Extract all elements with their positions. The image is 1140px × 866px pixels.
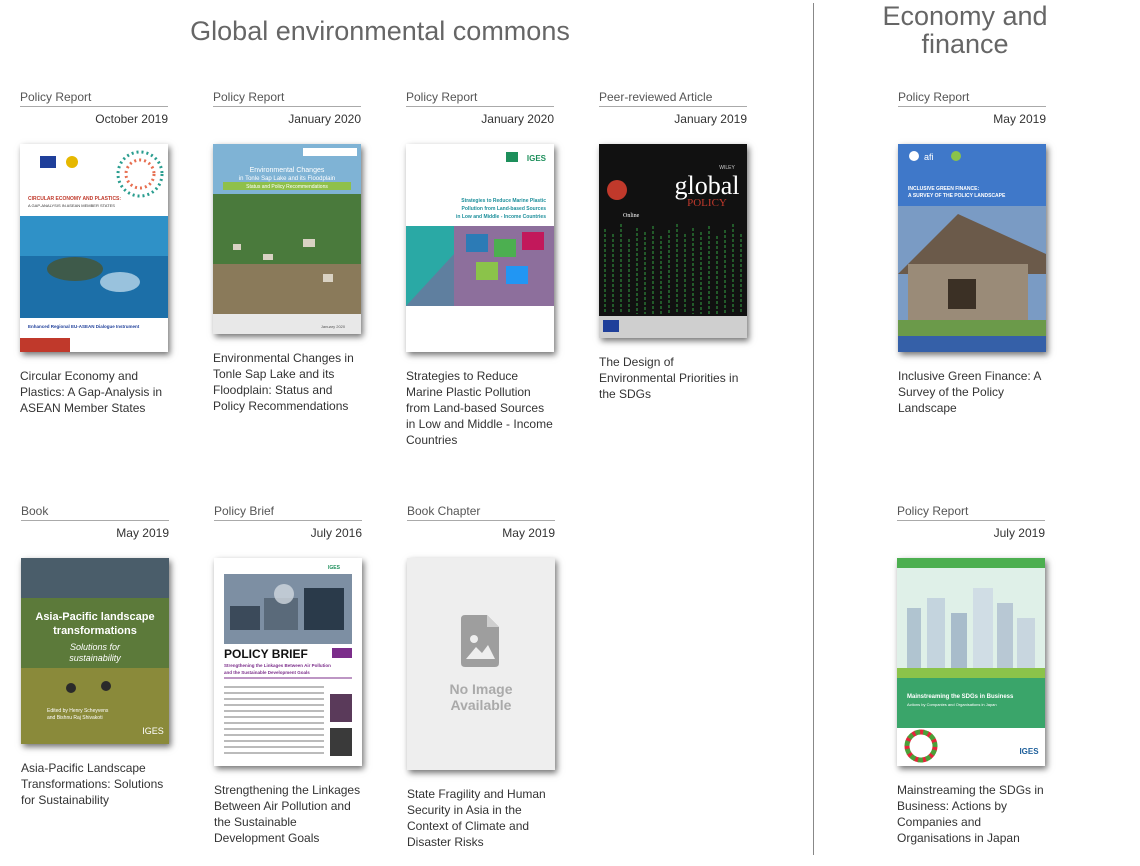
no-image-label-line-2: Available	[450, 697, 512, 713]
publication-title[interactable]: Environmental Changes in Tonle Sap Lake …	[213, 350, 363, 414]
publication-title[interactable]: Strengthening the Linkages Between Air P…	[214, 782, 364, 846]
cover-title: Mainstreaming the SDGs in Business	[907, 694, 1014, 700]
section-title-economy-and-finance: Economy and finance	[882, 1, 1048, 59]
cover-title-line-1: Environmental Changes	[250, 167, 325, 174]
cover-title-line-1: CIRCULAR ECONOMY AND PLASTICS:	[28, 196, 121, 202]
no-image-placeholder[interactable]: No Image Available	[407, 558, 555, 770]
publication-title[interactable]: Asia-Pacific Landscape Transformations: …	[21, 760, 171, 808]
publication-card: Policy Report January 2020 Environmental…	[213, 90, 361, 413]
publication-type: Book	[21, 504, 169, 521]
publication-date: May 2019	[116, 526, 169, 540]
publication-cover[interactable]: IGES Strategies to Reduce Marine Plastic…	[406, 144, 554, 352]
cover-title-line-1: INCLUSIVE GREEN FINANCE:	[908, 186, 979, 192]
cover-title-line-2: A GAP-ANALYSIS IN ASEAN MEMBER STATES	[28, 203, 115, 208]
cover-online-label: Online	[623, 213, 640, 219]
publication-type: Policy Report	[213, 90, 361, 107]
cover-editors-line-1: Edited by Henry Scheyvens	[47, 708, 109, 714]
cover-title-line-3: in Low and Middle - Income Countries	[456, 214, 546, 220]
cover-editors-line-2: and Bishnu Raj Shivakoti	[47, 715, 103, 721]
publication-cover[interactable]: Environmental Changes in Tonle Sap Lake …	[213, 144, 361, 334]
cover-title-line-2: A SURVEY OF THE POLICY LANDSCAPE	[908, 193, 1006, 199]
publication-title[interactable]: Strategies to Reduce Marine Plastic Poll…	[406, 368, 556, 448]
cover-logo: IGES	[328, 565, 341, 571]
publication-date: May 2019	[993, 112, 1046, 126]
cover-title-line-2: and the Sustainable Development Goals	[224, 670, 310, 675]
cover-publisher: WILEY	[719, 165, 735, 171]
publication-date: October 2019	[95, 112, 168, 126]
publication-type: Policy Brief	[214, 504, 362, 521]
publication-card: Policy Report January 2020 IGES Strategi…	[406, 90, 554, 447]
cover-logo: IGES	[142, 726, 164, 736]
publication-type: Book Chapter	[407, 504, 555, 521]
publication-card: Policy Report October 2019 CIRCULAR ECON…	[20, 90, 168, 415]
publication-card: Peer-reviewed Article January 2019 Onlin…	[599, 90, 747, 401]
cover-logo: afi	[924, 152, 934, 162]
cover-heading: POLICY BRIEF	[224, 647, 308, 661]
publication-type: Policy Report	[406, 90, 554, 107]
cover-journal-name: global	[675, 171, 740, 200]
publication-date: May 2019	[502, 526, 555, 540]
publication-cover[interactable]: CIRCULAR ECONOMY AND PLASTICS: A GAP-ANA…	[20, 144, 168, 352]
cover-subtitle-line-1: Solutions for	[70, 642, 121, 652]
no-image-label-line-1: No Image	[449, 681, 513, 697]
publication-card: Policy Report July 2019 Mainstreaming th…	[897, 504, 1045, 845]
publication-title[interactable]: The Design of Environmental Priorities i…	[599, 354, 749, 402]
publication-date: January 2020	[288, 112, 361, 126]
publication-type: Policy Report	[20, 90, 168, 107]
publication-card: Book May 2019 Asia-Pacific landscape tra…	[21, 504, 169, 807]
publication-title[interactable]: Inclusive Green Finance: A Survey of the…	[898, 368, 1048, 416]
cover-logo: IGES	[1019, 747, 1039, 756]
cover-journal-policy: POLICY	[687, 197, 727, 209]
publication-cover[interactable]: Mainstreaming the SDGs in Business Actio…	[897, 558, 1045, 766]
publication-card: Policy Report May 2019 afi INCLUSIVE GRE…	[898, 90, 1046, 415]
publication-date: July 2019	[993, 526, 1045, 540]
image-placeholder-icon	[461, 615, 499, 667]
publication-cover[interactable]: Asia-Pacific landscape transformations S…	[21, 558, 169, 744]
cover-subtitle: Actions by Companies and Organisations i…	[907, 702, 997, 707]
publication-title[interactable]: Mainstreaming the SDGs in Business: Acti…	[897, 782, 1047, 846]
cover-date: January 2020	[321, 324, 346, 329]
no-image-label: No Image Available	[449, 681, 512, 713]
cover-title-line-2: in Tonle Sap Lake and its Floodplain	[239, 176, 335, 182]
publication-title[interactable]: Circular Economy and Plastics: A Gap-Ana…	[20, 368, 170, 416]
cover-title-line-1: Asia-Pacific landscape	[35, 611, 154, 623]
publication-card: Book Chapter May 2019 No Image Available…	[407, 504, 555, 849]
cover-title-line-1: Strengthening the Linkages Between Air P…	[224, 663, 331, 668]
section-title-global-environmental-commons: Global environmental commons	[190, 16, 570, 46]
cover-subtitle-line-2: sustainability	[69, 653, 121, 663]
publication-date: July 2016	[310, 526, 362, 540]
publication-cover[interactable]: IGES POLICY BRIEF Strengthening the Link…	[214, 558, 362, 766]
cover-footer: Enhanced Regional EU-ASEAN Dialogue Inst…	[28, 324, 140, 329]
cover-title-line-2: transformations	[53, 625, 137, 637]
publication-type: Policy Report	[898, 90, 1046, 107]
publication-title[interactable]: State Fragility and Human Security in As…	[407, 786, 557, 850]
publication-card: Policy Brief July 2016 IGES POLICY BRIEF…	[214, 504, 362, 845]
publication-cover[interactable]: afi INCLUSIVE GREEN FINANCE: A SURVEY OF…	[898, 144, 1046, 352]
cover-logo: IGES	[527, 154, 547, 163]
publication-type: Peer-reviewed Article	[599, 90, 747, 107]
section-divider	[813, 3, 814, 855]
publication-date: January 2020	[481, 112, 554, 126]
cover-title-line-1: Strategies to Reduce Marine Plastic	[461, 198, 546, 204]
cover-subtitle: Status and Policy Recommendations	[246, 184, 328, 190]
publication-type: Policy Report	[897, 504, 1045, 521]
cover-title-line-2: Pollution from Land-based Sources	[462, 206, 547, 212]
publication-cover[interactable]: Online global POLICY WILEY	[599, 144, 747, 338]
publication-date: January 2019	[674, 112, 747, 126]
